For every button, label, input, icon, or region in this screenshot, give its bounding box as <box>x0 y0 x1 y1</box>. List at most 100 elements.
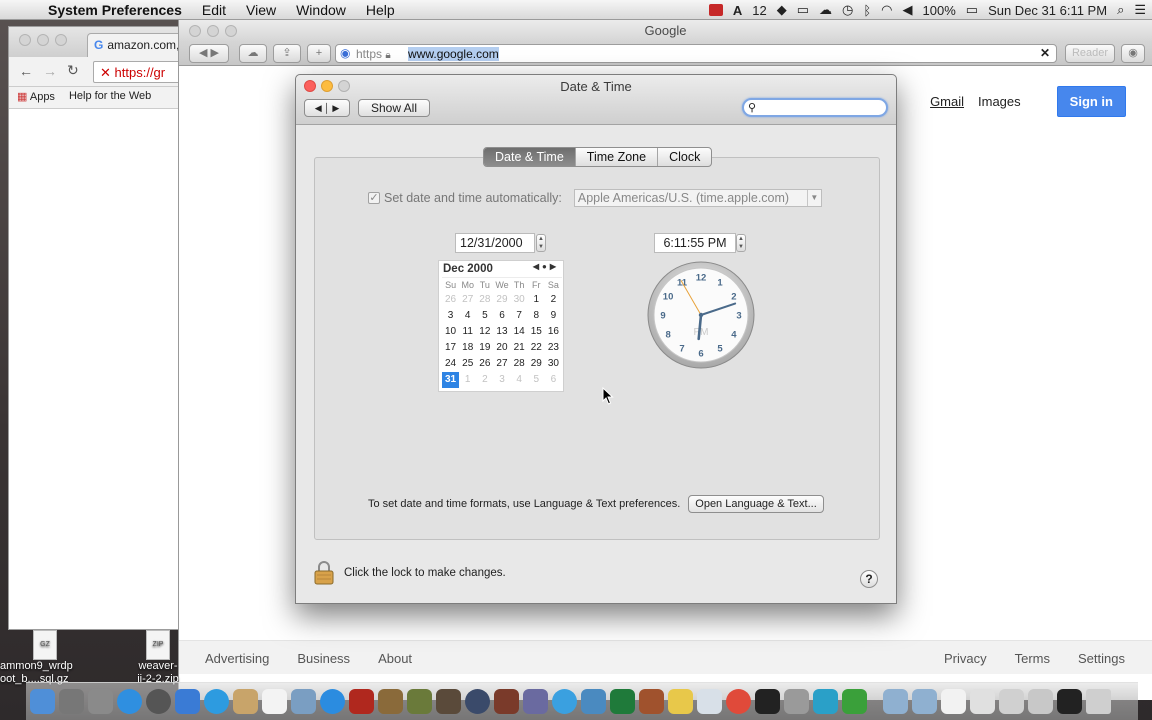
messages-icon[interactable] <box>552 689 577 714</box>
battery-percent[interactable]: 100% <box>923 3 956 18</box>
dashboard-icon[interactable] <box>146 689 171 714</box>
preview-icon[interactable] <box>175 689 200 714</box>
calendar-day[interactable]: 23 <box>545 340 562 356</box>
tab-clock[interactable]: Clock <box>658 148 711 166</box>
calendar-day[interactable]: 19 <box>476 340 493 356</box>
images-link[interactable]: Images <box>978 94 1021 109</box>
spotlight-icon[interactable]: ⌕ <box>1117 2 1124 18</box>
back-forward-buttons[interactable]: ◀ │ ▶ <box>304 99 350 117</box>
calendar-day[interactable]: 11 <box>459 324 476 340</box>
calendar-day[interactable]: 26 <box>442 292 459 308</box>
share-icon[interactable]: ⇪ <box>273 44 301 63</box>
dropbox-icon[interactable]: ◆ <box>777 2 787 18</box>
calendar-day[interactable]: 5 <box>476 308 493 324</box>
footer-business[interactable]: Business <box>297 651 350 666</box>
calendar-day[interactable]: 17 <box>442 340 459 356</box>
stack-icon[interactable] <box>1028 689 1053 714</box>
search-input[interactable] <box>760 100 880 115</box>
icloud-tabs-icon[interactable]: ☁ <box>239 44 267 63</box>
calendar-day[interactable]: 1 <box>459 372 476 388</box>
calendar-day[interactable]: 18 <box>459 340 476 356</box>
new-tab-icon[interactable]: + <box>307 44 331 63</box>
calendar-day[interactable]: 1 <box>528 292 545 308</box>
footer-privacy[interactable]: Privacy <box>944 651 987 666</box>
calendar-day[interactable]: 3 <box>493 372 510 388</box>
documents-folder-icon[interactable] <box>912 689 937 714</box>
calendar-day[interactable]: 28 <box>476 292 493 308</box>
menu-help[interactable]: Help <box>356 2 405 18</box>
calendar-icon[interactable] <box>262 689 287 714</box>
today-dot-icon[interactable]: ● <box>542 262 550 271</box>
calendar-day[interactable]: 27 <box>459 292 476 308</box>
calendar-day[interactable]: 8 <box>528 308 545 324</box>
safari-address-bar[interactable]: ◉ https 🔒︎ www.google.com ✕ <box>335 44 1057 63</box>
pdf-icon[interactable] <box>349 689 374 714</box>
help-button[interactable]: ? <box>860 570 878 588</box>
footer-settings[interactable]: Settings <box>1078 651 1125 666</box>
open-language-text-button[interactable]: Open Language & Text... <box>688 495 824 513</box>
calendar-day[interactable]: 26 <box>476 356 493 372</box>
document-stack-icon[interactable] <box>941 689 966 714</box>
calendar-day[interactable]: 30 <box>511 292 528 308</box>
word-icon[interactable] <box>813 689 838 714</box>
calendar-day[interactable]: 2 <box>545 292 562 308</box>
calendar-day[interactable]: 24 <box>442 356 459 372</box>
sign-in-button[interactable]: Sign in <box>1056 86 1126 117</box>
keynote-icon[interactable] <box>639 689 664 714</box>
downloads-icon[interactable]: ◉ <box>1121 44 1145 63</box>
downloads-stack-icon[interactable] <box>999 689 1024 714</box>
reader-button[interactable]: Reader <box>1065 44 1115 63</box>
close-button[interactable] <box>189 25 201 37</box>
zoom-button[interactable] <box>55 34 67 46</box>
stop-loading-icon[interactable]: ✕ <box>1040 46 1050 60</box>
terminal-icon[interactable] <box>755 689 780 714</box>
zoom-button[interactable] <box>225 25 237 37</box>
desktop-file[interactable]: ZIP weaver- ii-2-2.zip <box>128 630 188 686</box>
auto-time-checkbox[interactable]: ✓ <box>368 192 380 204</box>
facetime-icon[interactable] <box>581 689 606 714</box>
calendar-day[interactable]: 22 <box>528 340 545 356</box>
minimize-button[interactable] <box>37 34 49 46</box>
reload-icon[interactable]: ↻ <box>67 62 79 79</box>
app-icon[interactable] <box>494 689 519 714</box>
calendar-day[interactable]: 21 <box>511 340 528 356</box>
film-icon[interactable] <box>708 4 723 16</box>
launchpad-icon[interactable] <box>59 689 84 714</box>
calendar-day[interactable]: 30 <box>545 356 562 372</box>
calendar-day[interactable]: 9 <box>545 308 562 324</box>
photo-booth-icon[interactable] <box>291 689 316 714</box>
lock-icon[interactable] <box>314 561 334 585</box>
time-stepper[interactable]: ▲ ▼ <box>736 234 746 252</box>
back-forward-buttons[interactable]: ◀ ▶ <box>189 44 229 63</box>
close-button[interactable] <box>19 34 31 46</box>
calendar-day[interactable]: 29 <box>528 356 545 372</box>
chrome-icon[interactable] <box>726 689 751 714</box>
gmail-link[interactable]: Gmail <box>930 94 964 109</box>
prev-month-icon[interactable]: ◀ <box>533 262 542 271</box>
tab-time-zone[interactable]: Time Zone <box>576 148 659 166</box>
finder-icon[interactable] <box>30 689 55 714</box>
bookmark-apps[interactable]: ▦ Apps <box>17 90 55 105</box>
analog-clock[interactable]: 121234567891011 PM <box>646 260 756 370</box>
calendar-day[interactable]: 6 <box>493 308 510 324</box>
contacts-icon[interactable] <box>233 689 258 714</box>
calendar-day[interactable]: 2 <box>476 372 493 388</box>
time-machine-icon[interactable] <box>465 689 490 714</box>
minimize-button[interactable] <box>207 25 219 37</box>
safari-icon[interactable] <box>204 689 229 714</box>
calendar-day-selected[interactable]: 31 <box>442 371 460 388</box>
bookmark-help[interactable]: Help for the Web <box>69 90 151 105</box>
calendar-day[interactable]: 7 <box>511 308 528 324</box>
camtasia-icon[interactable] <box>842 689 867 714</box>
calendar-day[interactable]: 4 <box>511 372 528 388</box>
volume-icon[interactable]: ◀ <box>903 2 913 18</box>
excel-icon[interactable] <box>610 689 635 714</box>
date-stepper[interactable]: ▲ ▼ <box>536 234 546 252</box>
calendar-day[interactable]: 10 <box>442 324 459 340</box>
tab-date-time[interactable]: Date & Time <box>484 148 576 166</box>
calendar-day[interactable]: 5 <box>528 372 545 388</box>
time-machine-icon[interactable]: ◷ <box>842 2 853 18</box>
calendar-day[interactable]: 27 <box>493 356 510 372</box>
wifi-icon[interactable]: ◠ <box>881 2 892 18</box>
garageband-icon[interactable] <box>436 689 461 714</box>
